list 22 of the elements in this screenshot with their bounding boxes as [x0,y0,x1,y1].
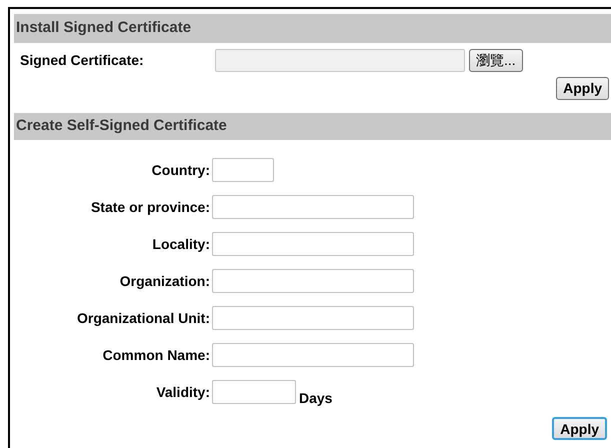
text-field[interactable] [212,343,414,367]
field-label: Organizational Unit: [76,308,210,328]
field-label: Locality: [151,234,210,254]
file-field[interactable] [215,48,465,72]
apply-button[interactable]: Apply [552,417,607,440]
text-field[interactable] [212,195,414,219]
apply-button[interactable]: Apply [556,77,609,100]
text-field[interactable] [212,380,296,404]
text-field[interactable] [212,158,274,182]
field-label: Country: [150,160,210,180]
field-label: State or province: [90,198,210,217]
text-field[interactable] [212,232,414,256]
text-field[interactable] [212,306,414,330]
field-label: Signed Certificate: [20,50,145,70]
browse-button[interactable]: 瀏覽... [469,48,523,72]
unit-label: Days [299,388,332,408]
field-label: Organization: [118,272,210,291]
section-title: Create Self-Signed Certificate [16,116,227,136]
field-label: Validity: [155,382,210,402]
section-title: Install Signed Certificate [16,18,192,38]
text-field[interactable] [212,269,414,293]
field-label: Common Name: [102,346,210,364]
